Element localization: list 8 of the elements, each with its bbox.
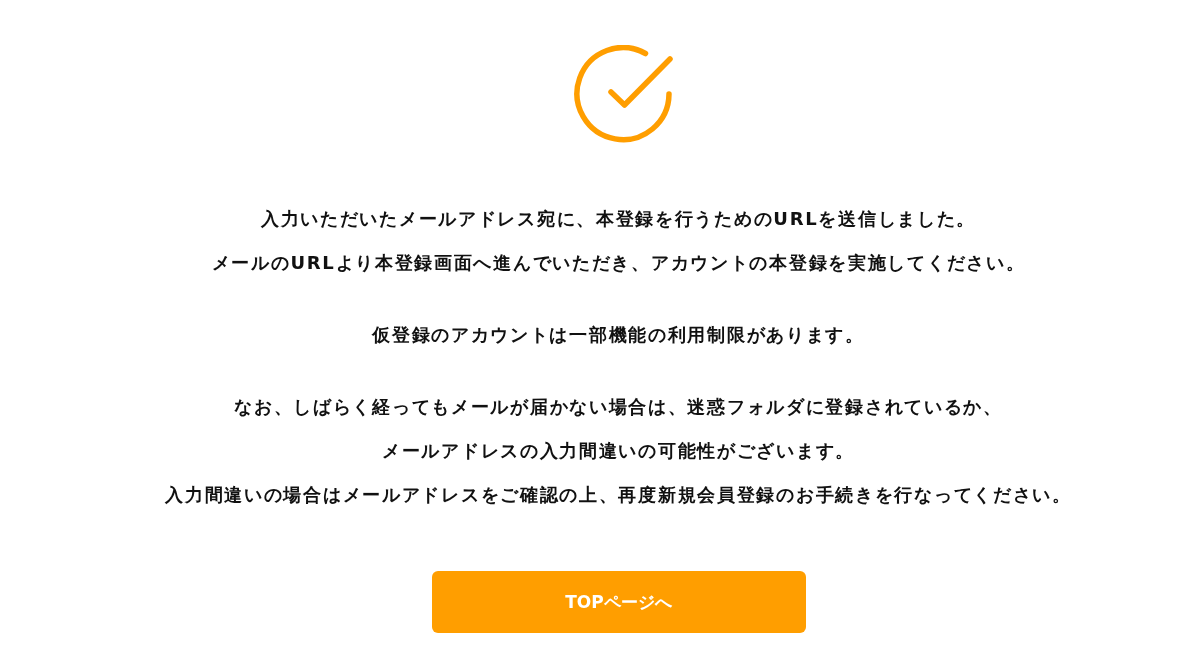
message-text: なお、しばらく経ってもメールが届かない場合は、迷惑フォルダに登録されているか、 [234,395,1003,419]
message-text: メールアドレスの入力間違いの可能性がございます。 [381,439,855,463]
message-text: 入力いただいたメールアドレス宛に、本登録を行うためのURLを送信しました。 [260,207,977,231]
top-page-button[interactable]: TOPページへ [431,571,806,633]
check-circle-icon [572,45,673,145]
message-text: 入力間違いの場合はメールアドレスをご確認の上、再度新規会員登録のお手続きを行なってください。 [165,483,1072,507]
message-text: 仮登録のアカウントは一部機能の利用制限があります。 [372,323,865,347]
message-text: メールのURLより本登録画面へ進んでいただき、アカウントの本登録を実施してください。 [211,251,1026,275]
